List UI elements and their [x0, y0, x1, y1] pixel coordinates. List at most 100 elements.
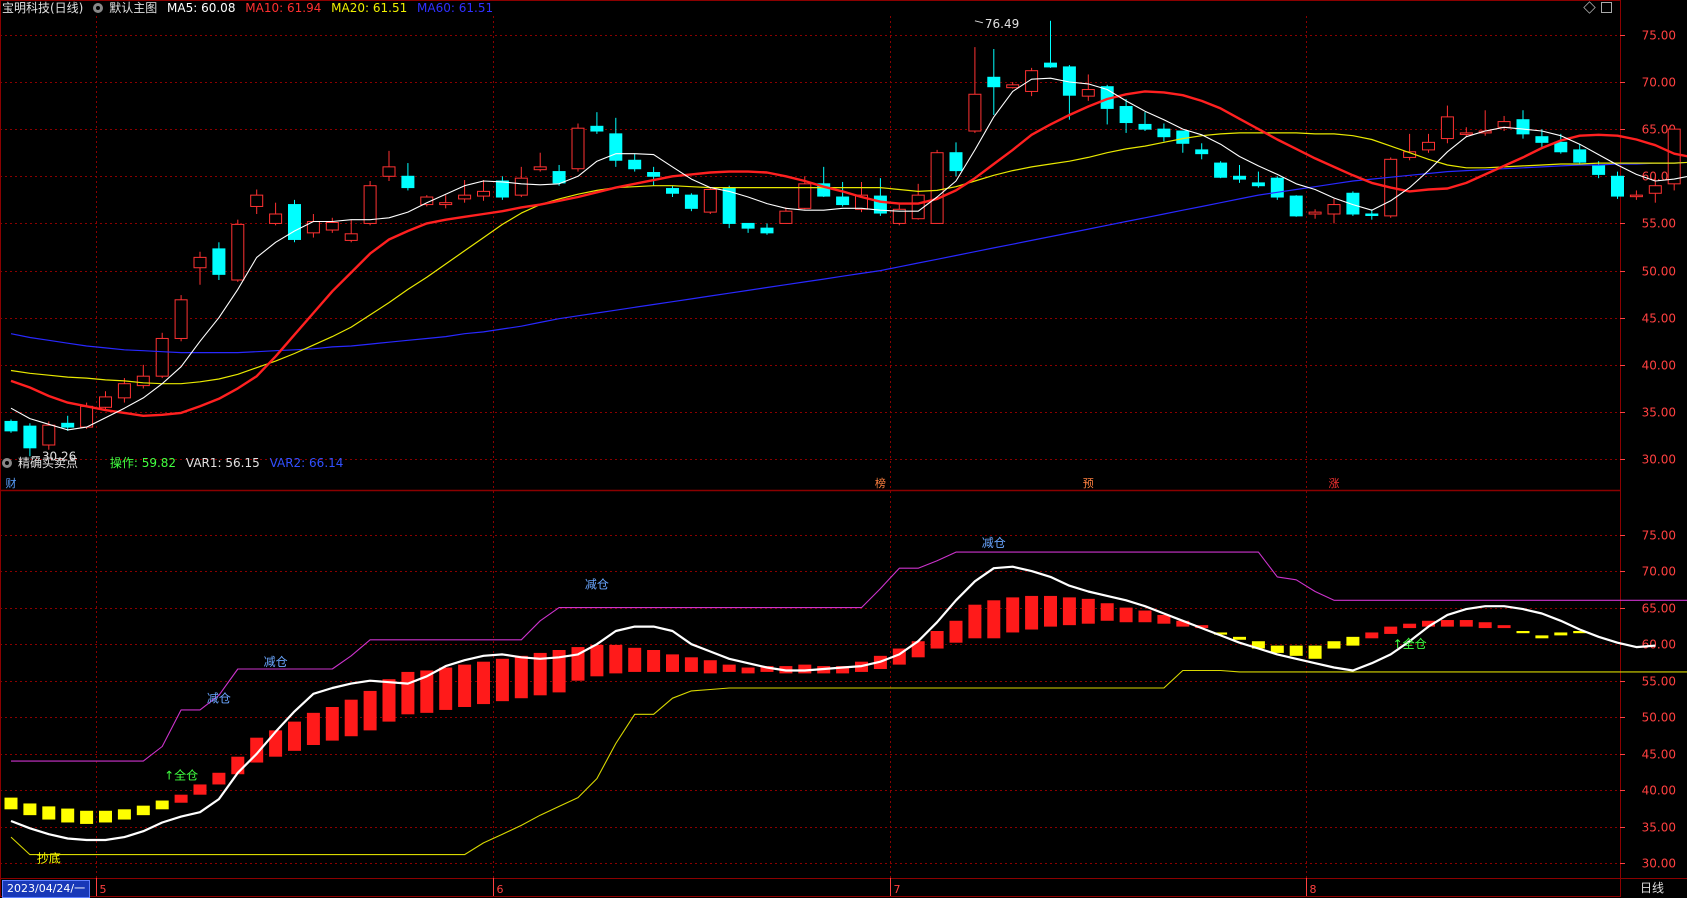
op-bar-yellow	[136, 805, 150, 816]
candle-up	[80, 405, 94, 428]
candle-down	[1214, 162, 1228, 178]
main-indicator-name[interactable]: 默认主图	[109, 1, 157, 15]
op-bar-yellow	[42, 806, 56, 820]
candle-down	[987, 76, 1001, 88]
x-month-label: 5	[100, 883, 107, 896]
var1-lower-line	[10, 669, 1687, 856]
candle-down	[684, 194, 698, 209]
var2-readout: VAR2: 66.14	[269, 456, 344, 470]
candle-up	[174, 299, 188, 339]
var2-upper-line	[11, 551, 1687, 762]
sub-indicator-name[interactable]: 精确买卖点	[18, 456, 78, 470]
candle-down	[1119, 106, 1133, 124]
op-bar-red	[1478, 622, 1492, 629]
ma20-line	[10, 132, 1687, 385]
window-icons	[1578, 0, 1612, 14]
main-y-tick-label: 30.00	[1642, 453, 1676, 467]
main-y-tick-label: 40.00	[1642, 359, 1676, 373]
op-bar-red	[609, 644, 623, 674]
candle-down	[1535, 136, 1549, 143]
period-button[interactable]: 日线	[1640, 880, 1664, 896]
candle-up	[42, 424, 56, 446]
candle-up	[571, 127, 585, 170]
candle-down	[609, 133, 623, 161]
candle-down	[836, 196, 850, 206]
op-bar-red	[666, 654, 679, 672]
op-bar-red	[968, 604, 982, 639]
candle-down	[1195, 149, 1209, 155]
main-chart-header: 宝明科技(日线) 默认主图 MA5: 60.08 MA10: 61.94 MA2…	[2, 0, 499, 16]
op-bar-red	[1403, 623, 1417, 629]
signal-label: ↑全仓	[1393, 636, 1427, 651]
candle-up	[1327, 204, 1341, 215]
candle-down	[1233, 175, 1246, 180]
candle-down	[1592, 164, 1606, 175]
op-bar-yellow	[4, 797, 18, 810]
ma5-line	[10, 77, 1687, 431]
diamond-icon[interactable]	[1583, 1, 1596, 14]
op-bar-red	[1497, 625, 1511, 629]
sub-y-tick-label: 55.00	[1642, 675, 1676, 689]
gear-icon[interactable]	[93, 3, 104, 13]
sub-y-tick-label: 65.00	[1642, 602, 1676, 616]
candle-down	[1289, 195, 1303, 217]
candle-down	[1251, 182, 1265, 187]
op-bar-red	[590, 644, 604, 677]
op-bar-red	[930, 631, 944, 649]
op-bar-yellow	[23, 803, 37, 816]
sub-y-tick-label: 40.00	[1642, 784, 1676, 798]
op-bar-red	[382, 679, 396, 722]
candle-up	[911, 194, 925, 220]
op-bar-yellow	[1327, 641, 1341, 649]
candle-up	[533, 166, 547, 171]
op-bar-red	[288, 721, 301, 751]
op-bar-yellow	[80, 810, 94, 824]
signal-label: 减仓	[207, 692, 231, 706]
candle-up	[344, 233, 358, 241]
signal-label: ↑全仓	[164, 767, 198, 782]
candle-down	[23, 425, 37, 449]
op-bar-red	[1025, 595, 1039, 630]
candle-up	[1629, 194, 1643, 198]
candle-down	[212, 248, 226, 275]
candle-up	[1006, 84, 1020, 89]
window-icon[interactable]	[1601, 2, 1612, 13]
candle-up	[99, 396, 112, 408]
event-mark: 涨	[1329, 477, 1340, 490]
stock-name[interactable]: 宝明科技(日线)	[2, 1, 83, 15]
candle-down	[666, 188, 679, 194]
event-mark: 财	[6, 476, 17, 490]
signal-label: 减仓	[585, 578, 609, 592]
candle-up	[703, 188, 717, 213]
ma5-readout: MA5: 60.08	[167, 1, 236, 15]
candle-down	[1138, 123, 1152, 130]
sub-y-tick-label: 50.00	[1642, 711, 1676, 725]
sub-y-tick-label: 75.00	[1642, 529, 1676, 543]
op-bar-red	[1384, 626, 1398, 634]
sub-y-tick-label: 60.00	[1642, 638, 1676, 652]
sub-y-tick-label: 30.00	[1642, 857, 1676, 871]
candle-up	[1459, 132, 1473, 135]
op-bar-red	[1138, 610, 1152, 623]
candle-up	[779, 210, 793, 224]
op-bar-yellow	[1308, 645, 1322, 659]
op-bar-red	[798, 664, 812, 674]
main-y-tick-label: 70.00	[1642, 76, 1676, 90]
op-bar-red	[193, 784, 207, 795]
candle-up	[1081, 89, 1095, 97]
sub-chart-header: 精确买卖点 操作: 59.82 VAR1: 56.15 VAR2: 66.14	[2, 455, 349, 471]
chart-area[interactable]: 75.00 70.00 65.00 60.00 55.00 50.00 45.00 40.00…	[0, 0, 1687, 898]
op-bar-red	[647, 650, 661, 672]
op-bar-red	[514, 655, 528, 699]
candle-up	[514, 177, 528, 196]
op-bar-yellow	[1554, 632, 1568, 636]
candle-down	[1365, 213, 1379, 216]
candle-up	[325, 221, 339, 231]
candle-up	[458, 194, 472, 200]
gear-icon[interactable]	[2, 458, 12, 468]
candle-up	[968, 93, 982, 132]
candle-up	[1422, 141, 1435, 151]
candle-down	[741, 222, 755, 229]
op-bar-red	[1006, 597, 1020, 633]
op-bar-yellow	[117, 809, 131, 820]
